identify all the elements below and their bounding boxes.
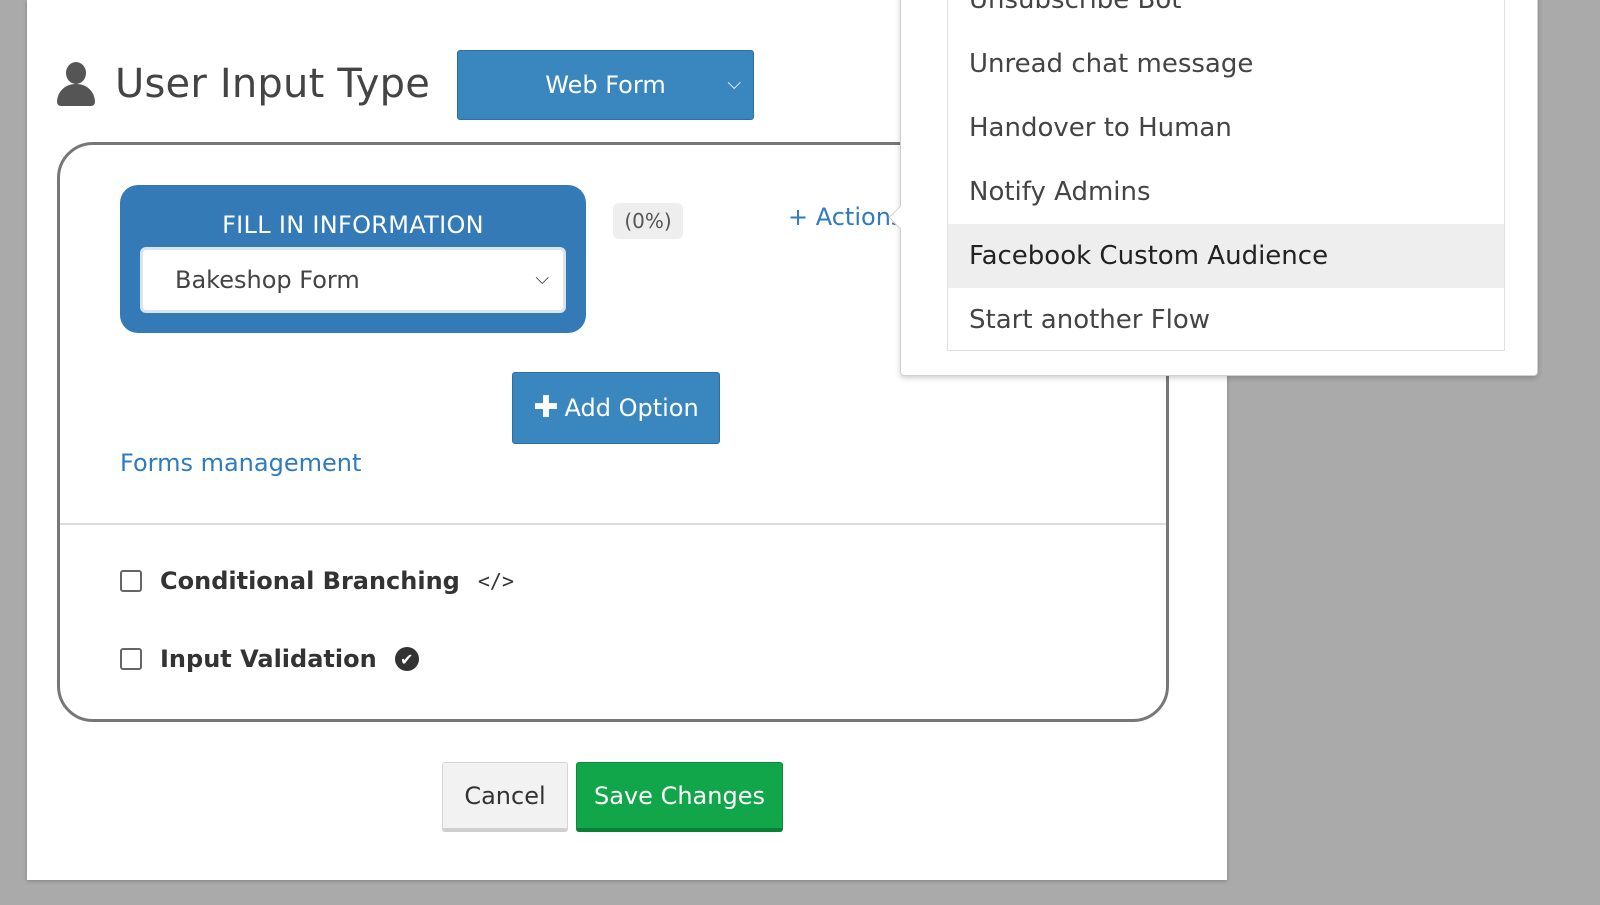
actions-dropdown: Unsubscribe Bot Unread chat message Hand… [900, 0, 1538, 376]
code-icon[interactable]: </> [478, 569, 514, 593]
menu-item-start-another-flow[interactable]: Start another Flow [948, 288, 1504, 352]
chevron-down-icon: ⌵ [535, 268, 549, 289]
form-select-value: Bakeshop Form [175, 266, 360, 294]
menu-item-facebook-custom-audience[interactable]: Facebook Custom Audience [948, 224, 1504, 288]
input-type-value: Web Form [545, 71, 666, 99]
progress-badge: (0%) [613, 203, 683, 239]
save-changes-button[interactable]: Save Changes [576, 762, 783, 832]
forms-management-link[interactable]: Forms management [120, 449, 361, 477]
check-circle-icon[interactable]: ✔ [394, 647, 419, 671]
fill-in-title: FILL IN INFORMATION [222, 211, 484, 239]
add-option-button[interactable]: ✚ Add Option [512, 372, 720, 444]
cancel-button[interactable]: Cancel [442, 762, 568, 832]
header: User Input Type [57, 48, 430, 120]
page-title: User Input Type [115, 61, 431, 107]
plus-icon: ✚ [533, 390, 559, 425]
input-validation-label: Input Validation [160, 645, 377, 673]
actions-menu-list: Unsubscribe Bot Unread chat message Hand… [947, 0, 1505, 351]
menu-item-unsubscribe-bot[interactable]: Unsubscribe Bot [948, 0, 1504, 32]
actions-link[interactable]: + Actions [788, 203, 903, 231]
fill-in-panel: FILL IN INFORMATION Bakeshop Form ⌵ [120, 185, 586, 333]
menu-item-unread-chat-message[interactable]: Unread chat message [948, 32, 1504, 96]
conditional-branching-checkbox[interactable] [120, 570, 142, 592]
chevron-down-icon: ⌵ [727, 73, 741, 94]
input-validation-checkbox[interactable] [120, 648, 142, 670]
conditional-branching-row: Conditional Branching </> [120, 567, 514, 595]
add-option-label: Add Option [564, 394, 699, 422]
input-type-select[interactable]: Web Form ⌵ [457, 50, 754, 120]
menu-item-notify-admins[interactable]: Notify Admins [948, 160, 1504, 224]
divider [60, 523, 1166, 525]
user-icon [57, 62, 95, 106]
input-validation-row: Input Validation ✔ [120, 645, 419, 673]
form-select[interactable]: Bakeshop Form ⌵ [140, 247, 566, 313]
menu-item-handover-to-human[interactable]: Handover to Human [948, 96, 1504, 160]
conditional-branching-label: Conditional Branching [160, 567, 460, 595]
